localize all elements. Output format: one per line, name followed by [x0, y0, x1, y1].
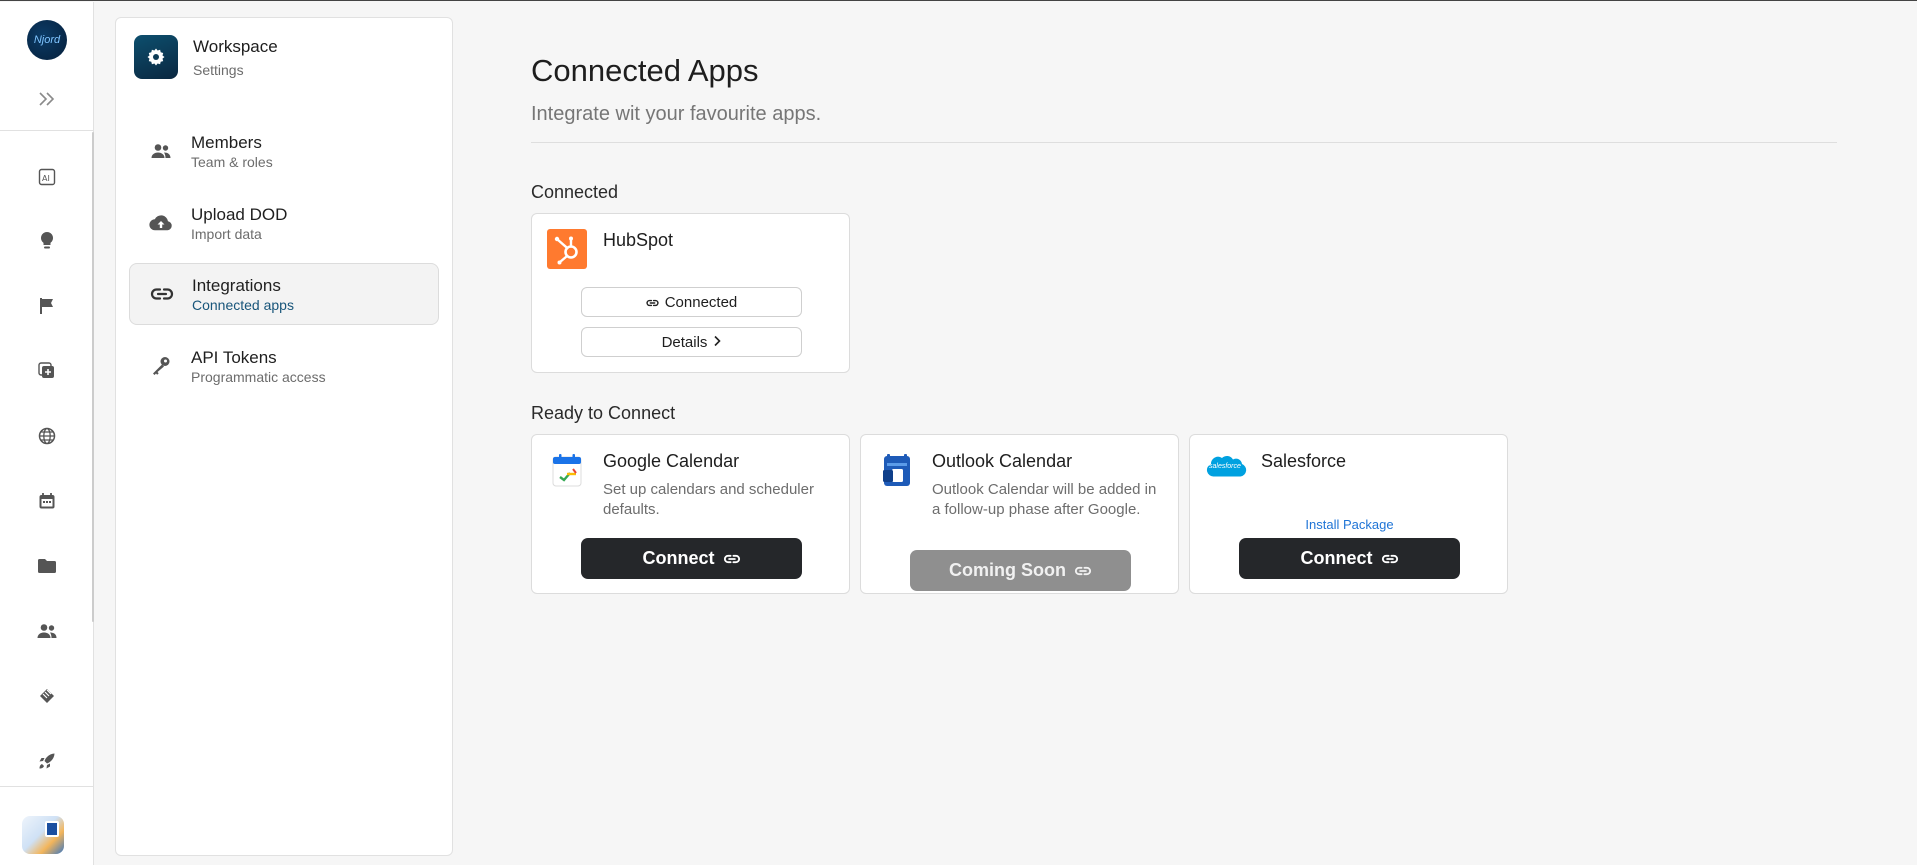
add-document-icon[interactable]	[36, 360, 58, 382]
menu-item-title: Upload DOD	[191, 204, 288, 224]
salesforce-logo-text: salesforce	[1209, 463, 1241, 470]
link-icon	[646, 294, 659, 311]
header-divider	[531, 142, 1837, 143]
app-card-salesforce: salesforce Salesforce Install Package Co…	[1189, 434, 1508, 594]
workspace-header: Workspace Settings	[134, 35, 278, 79]
flag-icon[interactable]	[36, 295, 58, 317]
coming-soon-label: Coming Soon	[949, 560, 1066, 580]
app-name: Google Calendar	[603, 451, 740, 471]
section-label-connected: Connected	[531, 182, 619, 202]
user-avatar[interactable]	[22, 816, 64, 854]
hubspot-logo-icon	[547, 229, 587, 269]
people-icon	[147, 137, 175, 165]
link-icon	[1074, 560, 1092, 581]
menu-item-upload-dod[interactable]: Upload DOD Import data	[129, 192, 439, 254]
connect-label: Connect	[642, 548, 715, 568]
icon-rail: Njord AI	[0, 2, 94, 865]
svg-text:AI: AI	[42, 174, 50, 183]
calendar-icon[interactable]	[36, 490, 58, 512]
salesforce-logo-icon: salesforce	[1205, 453, 1247, 483]
menu-item-subtitle: Programmatic access	[191, 368, 326, 385]
app-card-google-calendar: Google Calendar Set up calendars and sch…	[531, 434, 850, 594]
connected-status-label: Connected	[664, 293, 738, 311]
menu-item-subtitle: Connected apps	[192, 296, 294, 313]
workspace-title: Workspace	[193, 36, 278, 56]
coming-soon-button[interactable]: Coming Soon	[910, 550, 1131, 591]
ai-icon[interactable]: AI	[36, 166, 58, 188]
details-label: Details	[661, 333, 708, 351]
menu-item-subtitle: Team & roles	[191, 153, 273, 170]
app-card-hubspot: HubSpot Connected Details	[531, 213, 850, 373]
app-card-outlook-calendar: Outlook Calendar Outlook Calendar will b…	[860, 434, 1179, 594]
google-calendar-logo-icon	[547, 450, 587, 490]
link-icon	[148, 280, 176, 308]
link-icon	[723, 548, 741, 569]
connect-button[interactable]: Connect	[581, 538, 802, 579]
rail-divider-bottom	[0, 786, 94, 787]
rocket-icon[interactable]	[36, 750, 58, 772]
rail-scrollbar[interactable]	[92, 132, 94, 622]
app-name: Salesforce	[1261, 451, 1347, 471]
menu-item-subtitle: Import data	[191, 225, 262, 242]
folder-icon[interactable]	[36, 555, 58, 577]
menu-item-title: Integrations	[192, 275, 281, 295]
menu-item-title: Members	[191, 132, 262, 152]
connect-label: Connect	[1300, 548, 1373, 568]
connected-status-button[interactable]: Connected	[581, 287, 802, 317]
people-icon[interactable]	[36, 620, 58, 642]
link-icon	[1381, 548, 1399, 569]
gear-icon	[134, 35, 178, 79]
app-description: Set up calendars and scheduler defaults.	[603, 481, 814, 518]
expand-sidebar-icon[interactable]	[36, 88, 58, 110]
workspace-subtitle: Settings	[193, 61, 244, 78]
logo-text: Njord	[33, 34, 61, 46]
app-logo[interactable]: Njord	[27, 20, 67, 60]
menu-item-api-tokens[interactable]: API Tokens Programmatic access	[129, 335, 439, 397]
menu-item-integrations[interactable]: Integrations Connected apps	[129, 263, 439, 325]
settings-panel: Workspace Settings Members Team & roles …	[115, 17, 453, 856]
page-subtitle: Integrate wit your favourite apps.	[531, 103, 822, 125]
details-button[interactable]: Details	[581, 327, 802, 357]
cloud-upload-icon	[147, 209, 175, 237]
avatar-doc-graphic	[45, 821, 59, 837]
lightbulb-icon[interactable]	[36, 230, 58, 252]
menu-item-title: API Tokens	[191, 347, 277, 367]
key-icon	[147, 352, 175, 380]
section-label-ready: Ready to Connect	[531, 403, 676, 423]
chevron-right-icon	[713, 334, 722, 351]
globe-icon[interactable]	[36, 425, 58, 447]
outlook-calendar-logo-icon	[876, 450, 916, 490]
menu-item-members[interactable]: Members Team & roles	[129, 120, 439, 182]
connect-button[interactable]: Connect	[1239, 538, 1460, 579]
app-name: HubSpot	[603, 230, 674, 250]
app-name: Outlook Calendar	[932, 451, 1073, 471]
page-title: Connected Apps	[531, 53, 759, 88]
install-package-link[interactable]: Install Package	[1190, 517, 1509, 532]
rail-divider	[0, 130, 94, 131]
handshake-icon[interactable]	[36, 685, 58, 707]
app-description: Outlook Calendar will be added in a foll…	[932, 481, 1157, 518]
